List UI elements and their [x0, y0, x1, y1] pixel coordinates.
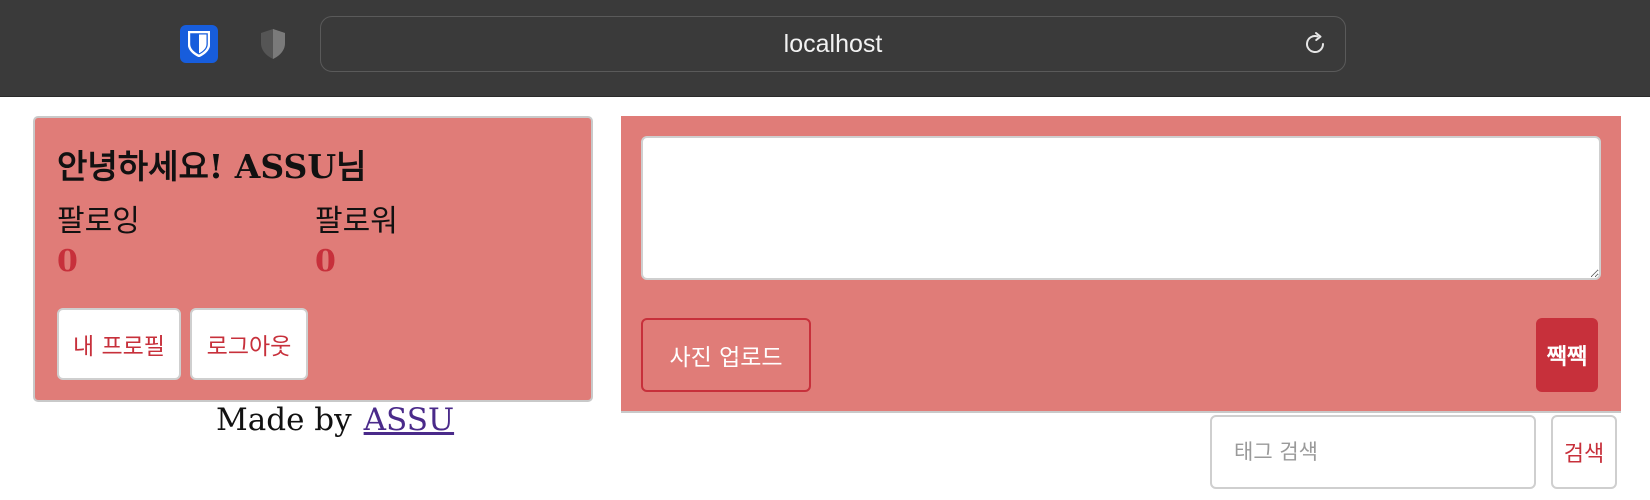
profile-card: 안녕하세요! ASSU님 팔로잉 0 팔로워 0 내 프로필 로그아웃 — [33, 116, 593, 402]
following-label: 팔로잉 — [57, 204, 140, 239]
follower-stat: 팔로워 0 — [315, 202, 398, 282]
search-button[interactable]: 검색 — [1551, 415, 1617, 489]
bitwarden-icon[interactable] — [180, 25, 218, 63]
my-profile-button[interactable]: 내 프로필 — [57, 308, 181, 380]
address-bar[interactable]: localhost — [320, 16, 1346, 72]
url-text: localhost — [783, 30, 883, 58]
follower-label: 팔로워 — [315, 204, 398, 239]
follower-count: 0 — [315, 244, 336, 279]
tag-search-input[interactable] — [1210, 415, 1536, 489]
browser-toolbar: localhost — [0, 0, 1650, 97]
logout-button[interactable]: 로그아웃 — [190, 308, 308, 380]
tweet-button[interactable]: 짹짹 — [1536, 318, 1598, 392]
following-stat: 팔로잉 0 — [57, 202, 140, 282]
tweet-textarea[interactable] — [641, 136, 1601, 280]
shield-icon[interactable] — [256, 26, 290, 62]
author-link[interactable]: ASSU — [364, 402, 454, 438]
greeting-title: 안녕하세요! ASSU님 — [57, 147, 367, 186]
compose-card: 사진 업로드 짹짹 — [621, 116, 1621, 413]
reload-icon[interactable] — [1301, 30, 1329, 58]
footer-credit: Made by ASSU — [216, 402, 454, 438]
photo-upload-button[interactable]: 사진 업로드 — [641, 318, 811, 392]
made-by-text: Made by — [216, 402, 352, 438]
following-count: 0 — [57, 244, 78, 279]
